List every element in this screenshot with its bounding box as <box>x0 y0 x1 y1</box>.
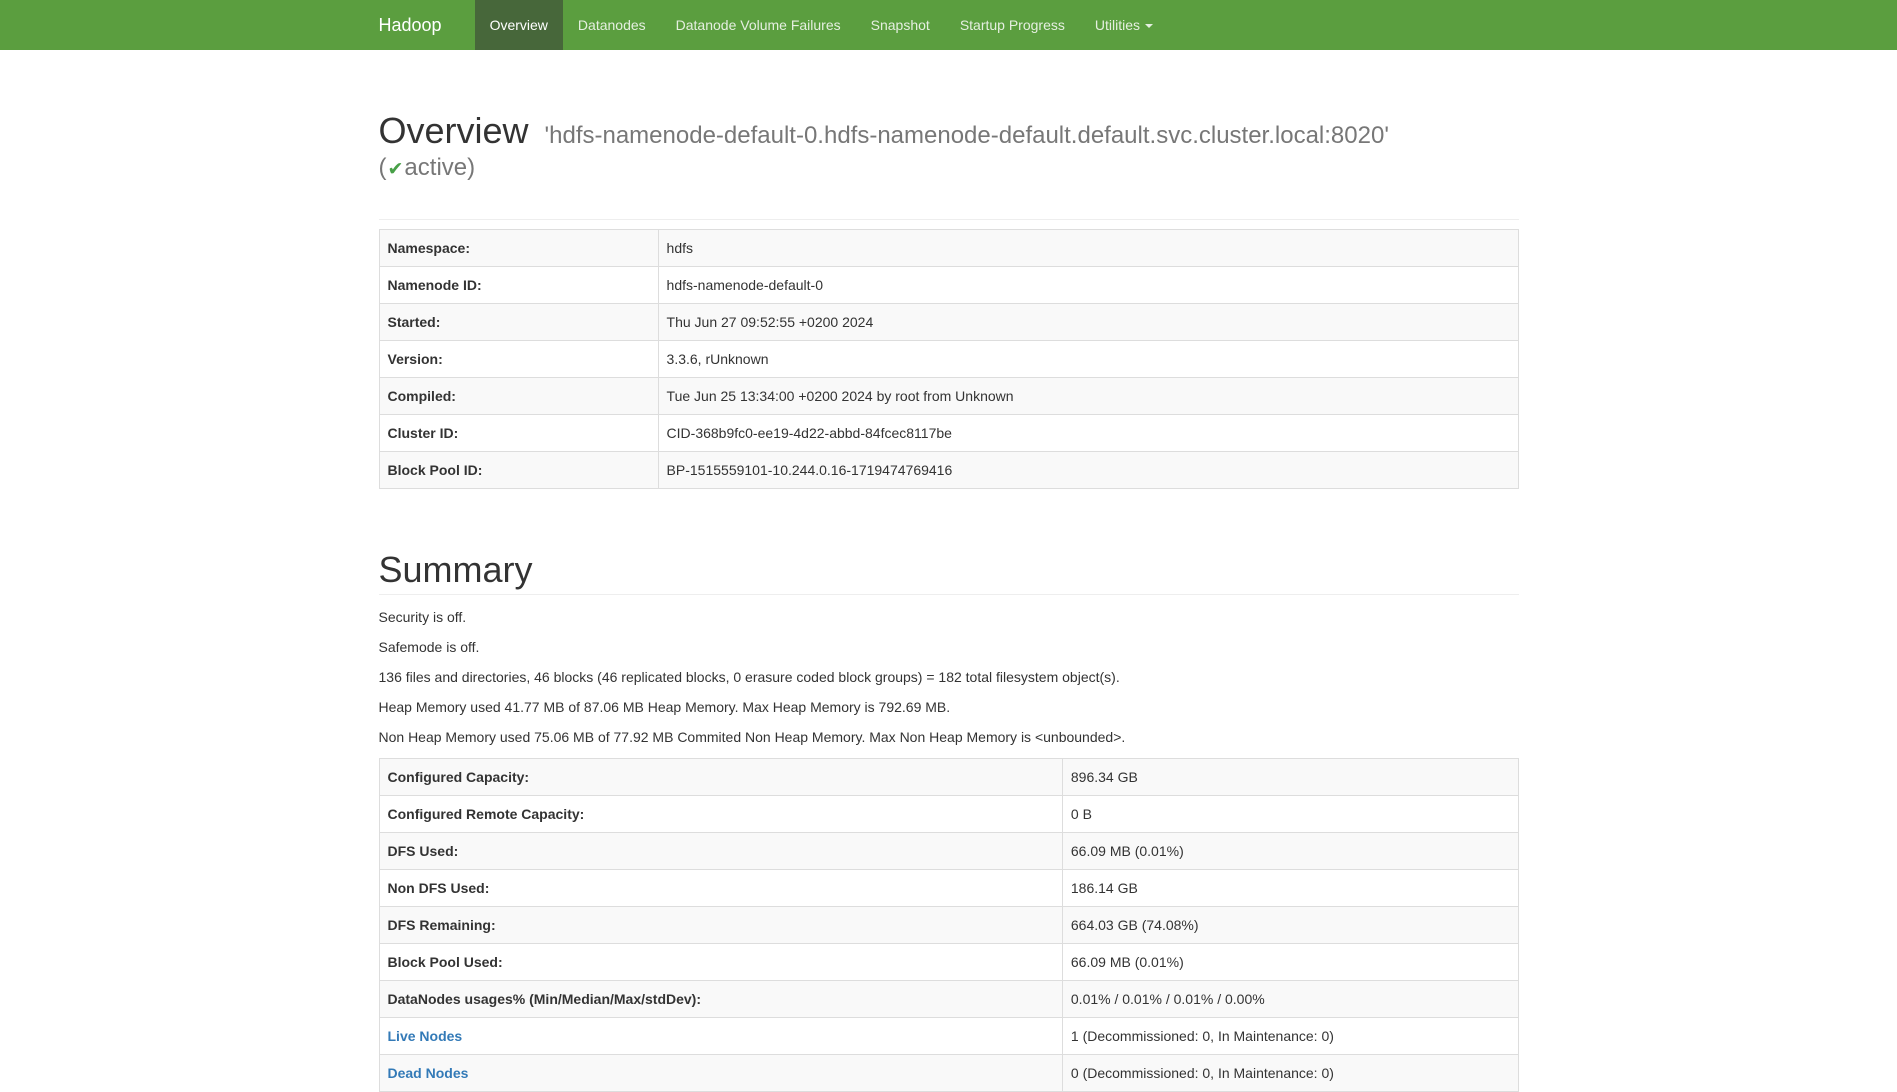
row-value: hdfs <box>658 230 1518 267</box>
nav-link-utilities-dropdown[interactable]: Utilities <box>1080 0 1168 50</box>
live-nodes-link[interactable]: Live Nodes <box>388 1028 463 1044</box>
row-label: Namespace: <box>379 230 658 267</box>
row-value: hdfs-namenode-default-0 <box>658 267 1518 304</box>
row-value: 664.03 GB (74.08%) <box>1062 906 1518 943</box>
table-row-dfs-used: DFS Used: 66.09 MB (0.01%) <box>379 832 1518 869</box>
row-value: 0 B <box>1062 795 1518 832</box>
table-row-non-dfs-used: Non DFS Used: 186.14 GB <box>379 869 1518 906</box>
row-label: Configured Remote Capacity: <box>379 795 1062 832</box>
status-paren-close: ) <box>467 154 475 181</box>
nav-link-datanodes[interactable]: Datanodes <box>563 0 661 50</box>
navbar: Hadoop Overview Datanodes Datanode Volum… <box>0 0 1897 50</box>
table-row-live-nodes: Live Nodes 1 (Decommissioned: 0, In Main… <box>379 1017 1518 1054</box>
table-row-configured-capacity: Configured Capacity: 896.34 GB <box>379 758 1518 795</box>
overview-page-header: Overview 'hdfs-namenode-default-0.hdfs-n… <box>379 108 1519 220</box>
row-label: Version: <box>379 341 658 378</box>
row-value: 1 (Decommissioned: 0, In Maintenance: 0) <box>1062 1017 1518 1054</box>
table-row-started: Started: Thu Jun 27 09:52:55 +0200 2024 <box>379 304 1518 341</box>
row-label: DFS Used: <box>379 832 1062 869</box>
row-label: Namenode ID: <box>379 267 658 304</box>
row-label: Live Nodes <box>379 1017 1062 1054</box>
row-value: 66.09 MB (0.01%) <box>1062 943 1518 980</box>
row-label: Non DFS Used: <box>379 869 1062 906</box>
row-value: 66.09 MB (0.01%) <box>1062 832 1518 869</box>
non-heap-memory-line: Non Heap Memory used 75.06 MB of 77.92 M… <box>379 728 1519 748</box>
row-label: Compiled: <box>379 378 658 415</box>
safemode-status-line: Safemode is off. <box>379 638 1519 658</box>
nav-link-overview[interactable]: Overview <box>475 0 563 50</box>
row-value: BP-1515559101-10.244.0.16-1719474769416 <box>658 452 1518 489</box>
table-row-version: Version: 3.3.6, rUnknown <box>379 341 1518 378</box>
nav-link-datanode-volume-failures[interactable]: Datanode Volume Failures <box>661 0 856 50</box>
filesystem-objects-line: 136 files and directories, 46 blocks (46… <box>379 668 1519 688</box>
table-row-dfs-remaining: DFS Remaining: 664.03 GB (74.08%) <box>379 906 1518 943</box>
row-label: Cluster ID: <box>379 415 658 452</box>
summary-title: Summary <box>379 547 1519 592</box>
overview-table: Namespace: hdfs Namenode ID: hdfs-nameno… <box>379 229 1519 489</box>
row-label: Block Pool ID: <box>379 452 658 489</box>
table-row-block-pool-used: Block Pool Used: 66.09 MB (0.01%) <box>379 943 1518 980</box>
summary-page-header: Summary <box>379 547 1519 595</box>
status-text: active <box>404 154 467 181</box>
row-value: 0.01% / 0.01% / 0.01% / 0.00% <box>1062 980 1518 1017</box>
row-value: Tue Jun 25 13:34:00 +0200 2024 by root f… <box>658 378 1518 415</box>
nav-item-utilities: Utilities <box>1080 0 1168 50</box>
nav-item-datanodes: Datanodes <box>563 0 661 50</box>
navbar-brand[interactable]: Hadoop <box>379 0 457 50</box>
main-content: Overview 'hdfs-namenode-default-0.hdfs-n… <box>364 108 1534 1092</box>
namenode-address: 'hdfs-namenode-default-0.hdfs-namenode-d… <box>545 122 1389 149</box>
row-value: Thu Jun 27 09:52:55 +0200 2024 <box>658 304 1518 341</box>
status-paren-open: ( <box>379 154 387 181</box>
nav-link-startup-progress[interactable]: Startup Progress <box>945 0 1080 50</box>
table-row-cluster-id: Cluster ID: CID-368b9fc0-ee19-4d22-abbd-… <box>379 415 1518 452</box>
row-value: 896.34 GB <box>1062 758 1518 795</box>
table-row-namenode-id: Namenode ID: hdfs-namenode-default-0 <box>379 267 1518 304</box>
nav-item-startup-progress: Startup Progress <box>945 0 1080 50</box>
row-label: Started: <box>379 304 658 341</box>
nav-item-overview: Overview <box>475 0 563 50</box>
table-row-datanodes-usages: DataNodes usages% (Min/Median/Max/stdDev… <box>379 980 1518 1017</box>
table-row-dead-nodes: Dead Nodes 0 (Decommissioned: 0, In Main… <box>379 1054 1518 1091</box>
row-value: CID-368b9fc0-ee19-4d22-abbd-84fcec8117be <box>658 415 1518 452</box>
namenode-status: (✔active) <box>379 153 1519 183</box>
table-row-configured-remote-capacity: Configured Remote Capacity: 0 B <box>379 795 1518 832</box>
row-label: DataNodes usages% (Min/Median/Max/stdDev… <box>379 980 1062 1017</box>
page-title-text: Overview <box>379 110 529 151</box>
page-title: Overview 'hdfs-namenode-default-0.hdfs-n… <box>379 108 1519 183</box>
row-label: Dead Nodes <box>379 1054 1062 1091</box>
table-row-block-pool-id: Block Pool ID: BP-1515559101-10.244.0.16… <box>379 452 1518 489</box>
caret-down-icon <box>1145 24 1153 28</box>
row-value: 186.14 GB <box>1062 869 1518 906</box>
nav-link-snapshot[interactable]: Snapshot <box>856 0 945 50</box>
table-row-compiled: Compiled: Tue Jun 25 13:34:00 +0200 2024… <box>379 378 1518 415</box>
navbar-menu: Overview Datanodes Datanode Volume Failu… <box>475 0 1168 50</box>
security-status-line: Security is off. <box>379 608 1519 628</box>
table-row-namespace: Namespace: hdfs <box>379 230 1518 267</box>
row-label: Configured Capacity: <box>379 758 1062 795</box>
nav-item-snapshot: Snapshot <box>856 0 945 50</box>
summary-text: Security is off. Safemode is off. 136 fi… <box>379 608 1519 748</box>
check-icon: ✔ <box>387 159 405 180</box>
heap-memory-line: Heap Memory used 41.77 MB of 87.06 MB He… <box>379 698 1519 718</box>
summary-table: Configured Capacity: 896.34 GB Configure… <box>379 758 1519 1092</box>
dead-nodes-link[interactable]: Dead Nodes <box>388 1065 469 1081</box>
row-value: 0 (Decommissioned: 0, In Maintenance: 0) <box>1062 1054 1518 1091</box>
utilities-label: Utilities <box>1095 17 1140 33</box>
nav-item-datanode-volume-failures: Datanode Volume Failures <box>661 0 856 50</box>
row-value: 3.3.6, rUnknown <box>658 341 1518 378</box>
row-label: Block Pool Used: <box>379 943 1062 980</box>
row-label: DFS Remaining: <box>379 906 1062 943</box>
